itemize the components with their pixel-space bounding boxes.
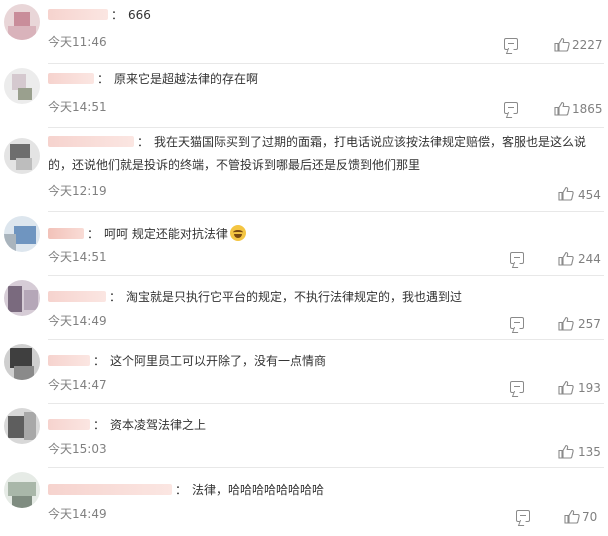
comment-time: 今天14:51 bbox=[48, 100, 107, 114]
comment-text: 资本凌驾法律之上 bbox=[110, 418, 207, 432]
thumbs-up-icon[interactable] bbox=[554, 37, 570, 52]
username-blurred[interactable] bbox=[48, 355, 90, 366]
comment-text: 法律，哈哈哈哈哈哈哈哈 bbox=[192, 483, 325, 497]
like-count: 2227 bbox=[572, 38, 603, 52]
comment-item: ：我在天猫国际买到了过期的面霜，打电话说应该按法律规定赔偿，客服也是这么说的，还… bbox=[0, 128, 608, 212]
thumbs-up-icon[interactable] bbox=[558, 186, 574, 201]
comment-item: ： 666 今天11:46 2227 bbox=[0, 0, 608, 64]
comment-time: 今天14:49 bbox=[48, 314, 107, 328]
comment-text: 这个阿里员工可以开除了，没有一点情商 bbox=[110, 354, 327, 368]
like-count: 257 bbox=[578, 317, 601, 331]
username-blurred[interactable] bbox=[48, 136, 134, 147]
thumbs-up-icon[interactable] bbox=[558, 316, 574, 331]
comment-text: 原来它是超越法律的存在啊 bbox=[114, 72, 259, 86]
like-count: 244 bbox=[578, 252, 601, 266]
avatar[interactable] bbox=[4, 344, 40, 380]
comment-item: ： 这个阿里员工可以开除了，没有一点情商 今天14:47 193 bbox=[0, 340, 608, 404]
avatar[interactable] bbox=[4, 68, 40, 104]
avatar[interactable] bbox=[4, 138, 40, 174]
username-blurred[interactable] bbox=[48, 228, 84, 239]
comment-item: ： 资本凌驾法律之上 今天15:03 135 bbox=[0, 404, 608, 468]
thumbs-up-icon[interactable] bbox=[558, 380, 574, 395]
comment-reply-icon[interactable] bbox=[510, 252, 524, 264]
comment-time: 今天15:03 bbox=[48, 442, 107, 456]
thumbs-up-icon[interactable] bbox=[558, 444, 574, 459]
comment-reply-icon[interactable] bbox=[516, 510, 530, 522]
comment-time: 今天14:49 bbox=[48, 507, 107, 521]
comment-reply-icon[interactable] bbox=[504, 102, 518, 114]
avatar[interactable] bbox=[4, 408, 40, 444]
separator: ： bbox=[93, 418, 106, 432]
username-blurred[interactable] bbox=[48, 484, 172, 495]
thumbs-up-icon[interactable] bbox=[558, 251, 574, 266]
comment-line: ： 淘宝就是只执行它平台的规定，不执行法律规定的，我也遇到过 bbox=[48, 289, 598, 306]
avatar[interactable] bbox=[4, 280, 40, 316]
comment-line: ： 这个阿里员工可以开除了，没有一点情商 bbox=[48, 353, 598, 370]
comment-text: 呵呵 规定还能对抗法律 bbox=[104, 227, 228, 241]
like-count: 193 bbox=[578, 381, 601, 395]
laugh-cry-emoji bbox=[229, 225, 246, 241]
comment-item: ： 淘宝就是只执行它平台的规定，不执行法律规定的，我也遇到过 今天14:49 25… bbox=[0, 276, 608, 340]
comment-item: ： 呵呵 规定还能对抗法律 今天14:51 244 bbox=[0, 212, 608, 276]
separator: ： bbox=[137, 135, 150, 149]
separator: ： bbox=[87, 227, 100, 241]
avatar[interactable] bbox=[4, 4, 40, 40]
separator: ： bbox=[97, 72, 110, 86]
comment-time: 今天14:47 bbox=[48, 378, 107, 392]
thumbs-up-icon[interactable] bbox=[564, 509, 580, 524]
username-blurred[interactable] bbox=[48, 73, 94, 84]
separator: ： bbox=[109, 290, 122, 304]
comment-text: 666 bbox=[128, 8, 151, 22]
like-count: 454 bbox=[578, 188, 601, 202]
comment-reply-icon[interactable] bbox=[510, 381, 524, 393]
avatar[interactable] bbox=[4, 472, 40, 508]
comment-time: 今天11:46 bbox=[48, 35, 107, 49]
thumbs-up-icon[interactable] bbox=[554, 101, 570, 116]
comment-line: ： 法律，哈哈哈哈哈哈哈哈 bbox=[48, 482, 598, 499]
comment-item: ： 原来它是超越法律的存在啊 今天14:51 1865 bbox=[0, 64, 608, 128]
like-count: 70 bbox=[582, 510, 598, 524]
separator: ： bbox=[175, 483, 188, 497]
comment-line: ： 666 bbox=[48, 7, 598, 24]
comment-line: ： 呵呵 规定还能对抗法律 bbox=[48, 225, 598, 243]
comment-time: 今天12:19 bbox=[48, 184, 107, 198]
comment-line: ： 资本凌驾法律之上 bbox=[48, 417, 598, 434]
like-count: 135 bbox=[578, 445, 601, 459]
username-blurred[interactable] bbox=[48, 9, 108, 20]
comment-reply-icon[interactable] bbox=[510, 317, 524, 329]
comment-text: 淘宝就是只执行它平台的规定，不执行法律规定的，我也遇到过 bbox=[126, 290, 463, 304]
separator: ： bbox=[93, 354, 106, 368]
like-count: 1865 bbox=[572, 102, 603, 116]
comment-line: ：我在天猫国际买到了过期的面霜，打电话说应该按法律规定赔偿，客服也是这么说的，还… bbox=[48, 131, 598, 177]
comment-line: ： 原来它是超越法律的存在啊 bbox=[48, 71, 598, 88]
username-blurred[interactable] bbox=[48, 291, 106, 302]
comment-item: ： 法律，哈哈哈哈哈哈哈哈 今天14:49 70 bbox=[0, 468, 608, 536]
username-blurred[interactable] bbox=[48, 419, 90, 430]
avatar[interactable] bbox=[4, 216, 40, 252]
separator: ： bbox=[111, 8, 124, 22]
comment-reply-icon[interactable] bbox=[504, 38, 518, 50]
comment-time: 今天14:51 bbox=[48, 250, 107, 264]
